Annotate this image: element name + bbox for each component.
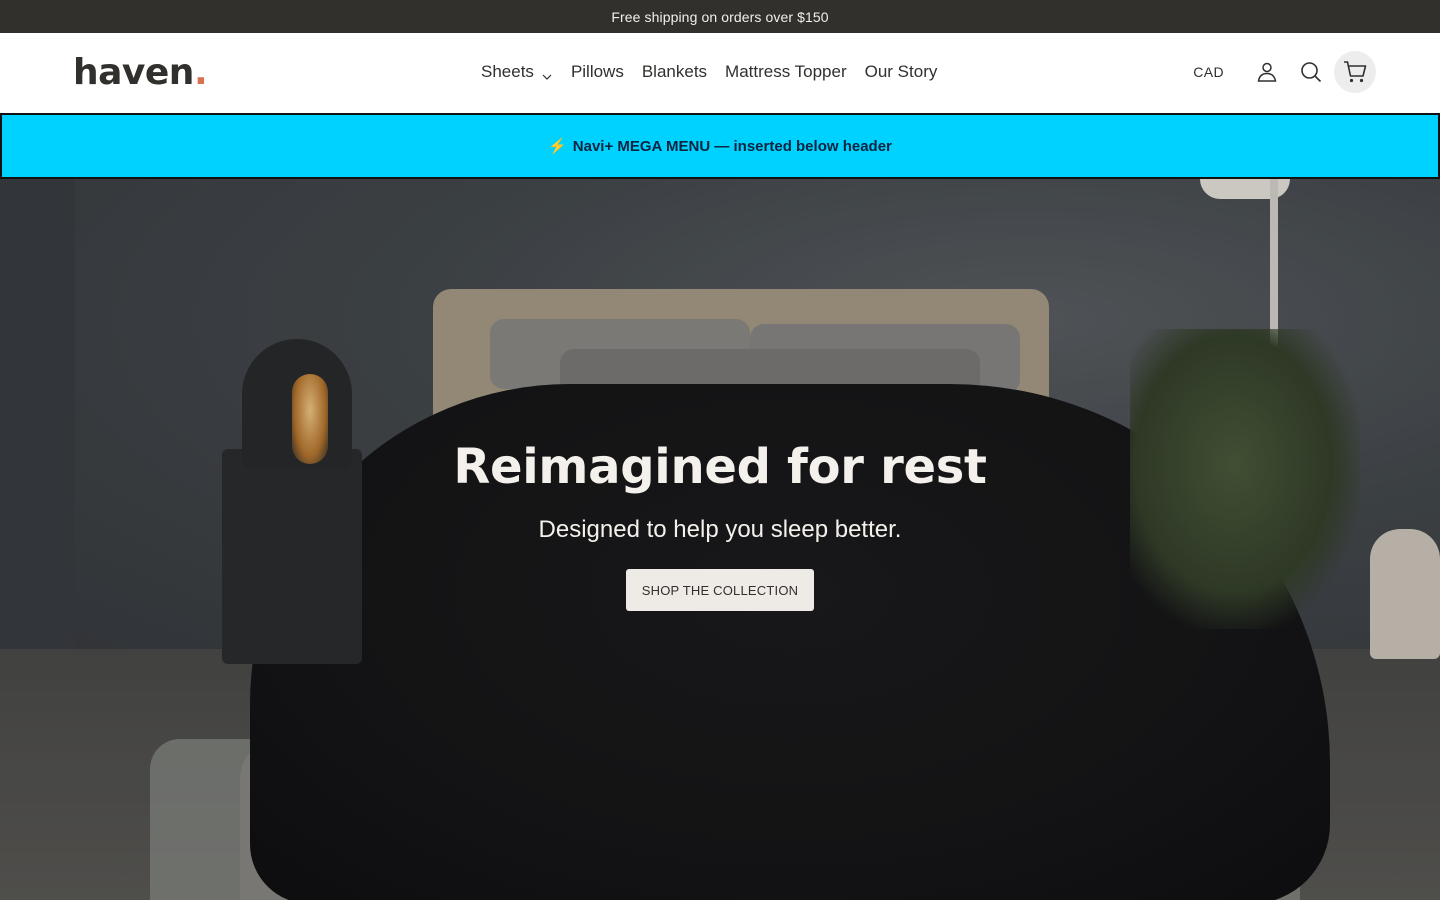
- logo[interactable]: haven.: [73, 51, 208, 95]
- nav-item-label: Our Story: [864, 62, 938, 81]
- announcement-bar: Free shipping on orders over $150: [0, 0, 1440, 33]
- nav-item-our-story[interactable]: Our Story: [865, 60, 938, 84]
- hero-subtitle: Designed to help you sleep better.: [538, 516, 902, 543]
- nav-item-mattress-topper[interactable]: Mattress Topper: [725, 60, 847, 84]
- hero-banner: Reimagined for rest Designed to help you…: [0, 179, 1440, 900]
- header-actions: CAD: [1193, 51, 1376, 93]
- search-icon[interactable]: [1290, 51, 1332, 93]
- nav-item-label: Mattress Topper: [725, 62, 847, 81]
- chevron-down-icon: [541, 66, 553, 80]
- nav-item-label: Pillows: [570, 62, 624, 81]
- nav-item-blankets[interactable]: Blankets: [642, 60, 707, 84]
- hero-title: Reimagined for rest: [453, 439, 987, 495]
- shop-collection-button[interactable]: SHOP THE COLLECTION: [626, 569, 814, 611]
- nav-item-label: Sheets: [481, 62, 534, 81]
- currency-selector[interactable]: CAD: [1193, 64, 1224, 80]
- site-header: haven. Sheets Pillows Blankets Mattress …: [0, 33, 1440, 113]
- nav-item-label: Blankets: [641, 62, 708, 81]
- logo-dot: .: [193, 52, 208, 93]
- logo-text: haven: [73, 52, 194, 93]
- hero-content: Reimagined for rest Designed to help you…: [0, 179, 1440, 900]
- nav-item-sheets[interactable]: Sheets: [481, 60, 553, 84]
- cart-icon[interactable]: [1334, 51, 1376, 93]
- announcement-text: Free shipping on orders over $150: [611, 8, 829, 25]
- mega-menu-banner: ⚡ Navi+ MEGA MENU — inserted below heade…: [0, 113, 1440, 179]
- mega-menu-banner-text: Navi+ MEGA MENU — inserted below header: [572, 137, 892, 155]
- nav-item-pillows[interactable]: Pillows: [571, 60, 624, 84]
- account-icon[interactable]: [1246, 51, 1288, 93]
- main-nav: Sheets Pillows Blankets Mattress Topper …: [481, 60, 955, 84]
- lightning-icon: ⚡: [548, 138, 567, 155]
